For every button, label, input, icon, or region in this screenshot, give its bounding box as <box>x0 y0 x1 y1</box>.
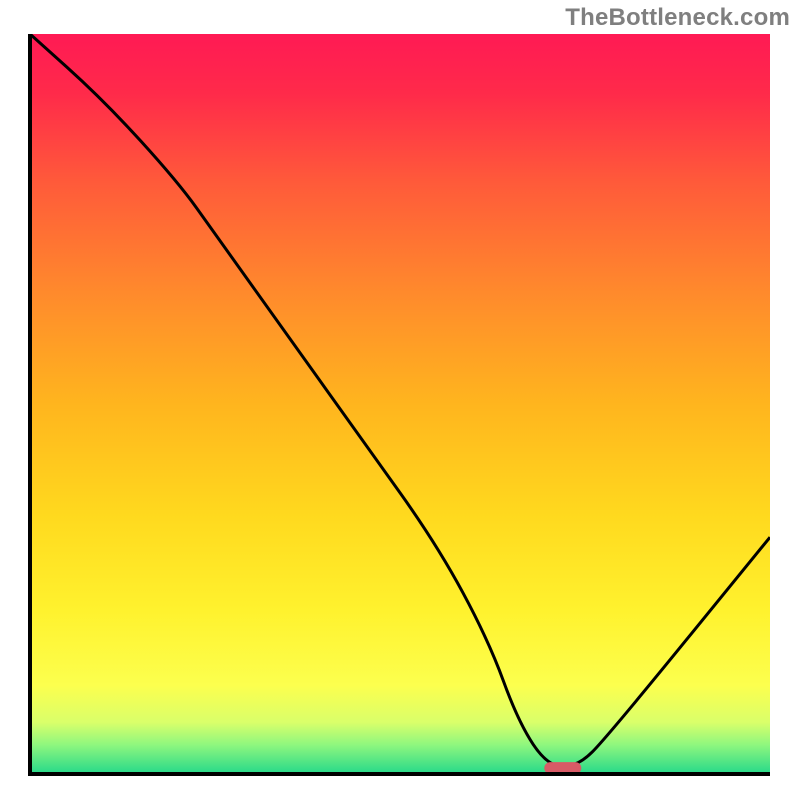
watermark-text: TheBottleneck.com <box>565 4 790 32</box>
chart-container: TheBottleneck.com <box>0 0 800 800</box>
bottleneck-chart <box>0 0 800 800</box>
gradient-background <box>30 34 770 774</box>
